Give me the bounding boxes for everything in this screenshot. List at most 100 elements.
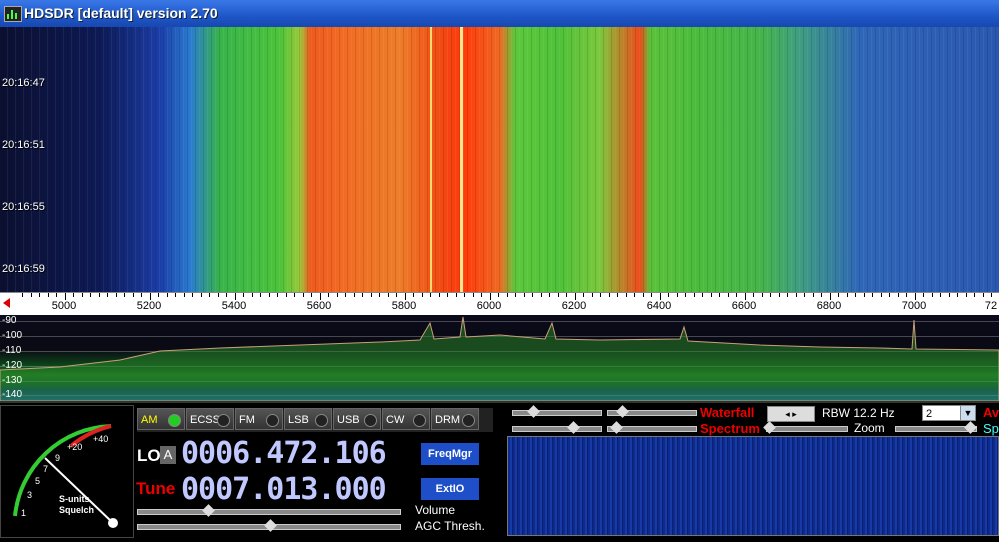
mode-button-fm[interactable]: FM xyxy=(235,408,283,430)
freq-label: 5200 xyxy=(136,300,162,312)
led-icon xyxy=(217,414,230,427)
zoom-slider-left[interactable] xyxy=(763,421,848,434)
smeter-scale: 3 xyxy=(27,490,33,500)
axis-tick xyxy=(489,293,491,300)
audio-waterfall[interactable] xyxy=(507,436,999,536)
mode-button-lsb[interactable]: LSB xyxy=(284,408,332,430)
mode-label: ECSS xyxy=(190,414,220,426)
axis-tick xyxy=(668,293,669,297)
led-icon xyxy=(266,414,279,427)
spectrum-trace xyxy=(0,316,999,401)
waterfall-contrast-slider[interactable] xyxy=(512,405,602,418)
axis-tick xyxy=(744,293,746,300)
zoom-slider-right[interactable] xyxy=(895,421,977,434)
led-icon xyxy=(315,414,328,427)
axis-tick xyxy=(421,293,423,297)
mode-bar: AM ECSS FM LSB USB CW DRM xyxy=(137,408,493,432)
axis-tick xyxy=(115,293,117,297)
app-icon[interactable] xyxy=(4,6,22,22)
axis-tick xyxy=(158,293,159,297)
tune-frequency-display[interactable]: 0007.013.000 xyxy=(181,472,387,507)
axis-tick xyxy=(931,293,933,297)
lo-frequency-display[interactable]: 0006.472.106 xyxy=(181,436,387,471)
waterfall-label: Waterfall xyxy=(700,405,755,420)
spectrum-brightness-slider[interactable] xyxy=(607,421,697,434)
axis-tick xyxy=(515,293,516,297)
axis-tick xyxy=(736,293,737,297)
axis-tick xyxy=(498,293,499,297)
axis-tick xyxy=(634,293,635,297)
led-icon xyxy=(462,414,475,427)
mode-button-ecss[interactable]: ECSS xyxy=(186,408,234,430)
tune-marker-icon[interactable] xyxy=(3,298,10,308)
mode-button-am[interactable]: AM xyxy=(137,408,185,430)
axis-tick xyxy=(141,293,142,297)
avg-label: Av xyxy=(983,405,999,420)
axis-tick xyxy=(846,293,848,297)
freq-label: 5800 xyxy=(391,300,417,312)
axis-tick xyxy=(600,293,601,297)
spectrum-label: Spectrum xyxy=(700,421,760,436)
db-label: -110 xyxy=(2,345,22,356)
axis-tick xyxy=(302,293,304,297)
axis-tick xyxy=(404,293,406,300)
sp-label: Sp xyxy=(983,421,999,436)
axis-tick xyxy=(914,293,916,300)
db-label: -120 xyxy=(2,360,23,371)
axis-tick xyxy=(362,293,363,297)
axis-tick xyxy=(285,293,287,297)
vfo-a-button[interactable]: A xyxy=(160,446,176,464)
mode-button-drm[interactable]: DRM xyxy=(431,408,479,430)
smeter-units-label: S-units xyxy=(59,494,90,504)
lo-label: LO xyxy=(137,446,161,465)
mode-label: FM xyxy=(239,414,255,426)
waterfall-brightness-slider[interactable] xyxy=(607,405,697,418)
axis-tick xyxy=(795,293,797,297)
axis-tick xyxy=(472,293,474,297)
volume-slider[interactable] xyxy=(137,504,401,517)
axis-tick xyxy=(948,293,950,297)
led-icon xyxy=(168,414,181,427)
axis-tick xyxy=(838,293,839,297)
agc-threshold-slider[interactable] xyxy=(137,519,401,532)
axis-tick xyxy=(957,293,958,297)
db-label: -140 xyxy=(2,389,23,400)
axis-tick xyxy=(940,293,941,297)
axis-tick xyxy=(370,293,372,297)
axis-tick xyxy=(651,293,652,297)
axis-tick xyxy=(345,293,346,297)
axis-tick xyxy=(974,293,975,297)
extio-button[interactable]: ExtIO xyxy=(421,478,479,500)
axis-tick xyxy=(617,293,618,297)
axis-tick xyxy=(812,293,814,297)
axis-tick xyxy=(574,293,576,300)
frequency-axis[interactable]: 5000 5200 5400 5600 5800 6000 6200 6400 … xyxy=(0,292,999,316)
axis-tick xyxy=(583,293,584,297)
timestamp: 20:16:51 xyxy=(2,139,45,151)
freq-label: 6800 xyxy=(816,300,842,312)
axis-tick xyxy=(557,293,559,297)
smeter-scale: +20 xyxy=(67,442,83,452)
chevron-down-icon[interactable]: ▼ xyxy=(960,406,975,420)
mode-label: CW xyxy=(386,414,405,426)
axis-tick xyxy=(506,293,508,297)
spectrum-display[interactable]: -90 -100 -110 -120 -130 -140 xyxy=(0,315,999,401)
mode-label: USB xyxy=(337,414,360,426)
window-title: HDSDR [default] version 2.70 xyxy=(24,5,218,21)
waterfall-display[interactable]: 20:16:47 20:16:51 20:16:55 20:16:59 xyxy=(0,27,999,292)
mode-button-cw[interactable]: CW xyxy=(382,408,430,430)
axis-tick xyxy=(566,293,567,297)
rbw-arrows[interactable]: ◂ ▸ xyxy=(767,406,815,422)
axis-tick xyxy=(30,293,32,297)
spectrum-contrast-slider[interactable] xyxy=(512,421,602,434)
axis-tick xyxy=(22,293,23,297)
axis-tick xyxy=(608,293,610,297)
smeter-scale: 9 xyxy=(55,453,61,463)
axis-tick xyxy=(532,293,533,297)
freqmgr-button[interactable]: FreqMgr xyxy=(421,443,479,465)
average-value: 2 xyxy=(926,408,933,420)
freq-label: 6400 xyxy=(646,300,672,312)
rbw-value: RBW 12.2 Hz xyxy=(822,406,895,420)
average-select[interactable]: 2 ▼ xyxy=(922,405,976,421)
mode-button-usb[interactable]: USB xyxy=(333,408,381,430)
